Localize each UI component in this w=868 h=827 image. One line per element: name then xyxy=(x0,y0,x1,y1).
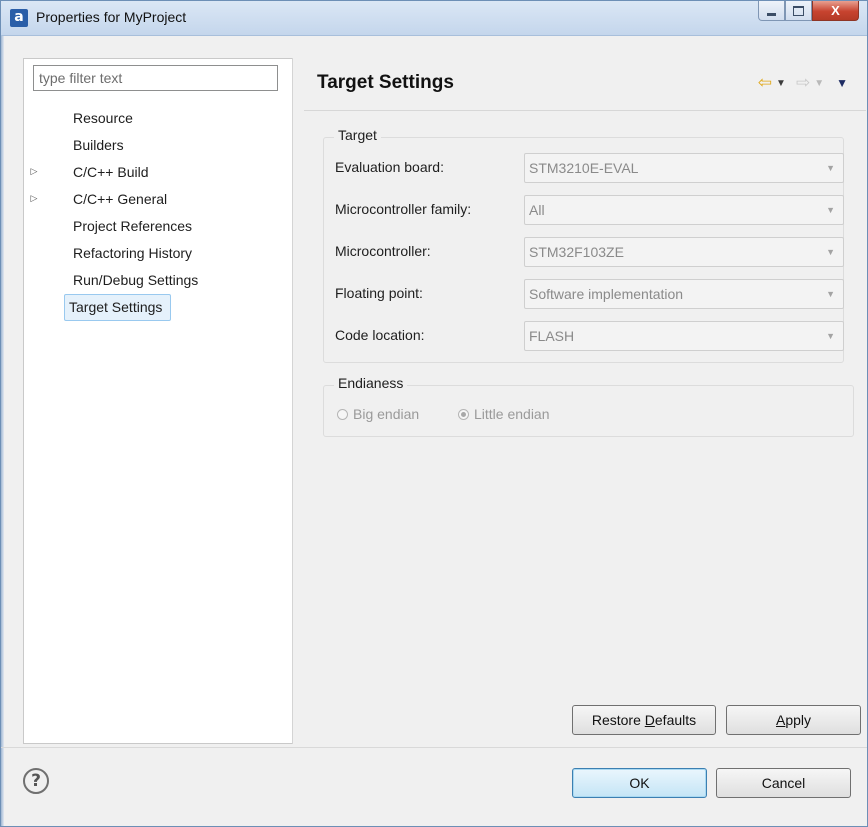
nav-item-builders[interactable]: Builders xyxy=(24,132,292,159)
history-controls: ⇦ ▼ ⇨ ▼ ▼ xyxy=(758,74,848,92)
nav-item-label: Resource xyxy=(73,110,133,126)
nav-item-cpp-build[interactable]: ▷ C/C++ Build xyxy=(24,159,292,186)
microcontroller-family-row: Microcontroller family: All ▼ xyxy=(324,195,844,225)
nav-item-label: Refactoring History xyxy=(73,245,193,261)
back-history-dropdown-icon[interactable]: ▼ xyxy=(776,78,786,89)
floating-point-label: Floating point: xyxy=(335,285,423,301)
floating-point-row: Floating point: Software implementation … xyxy=(324,279,844,309)
help-icon[interactable]: ? xyxy=(23,768,49,794)
bottom-divider xyxy=(1,747,867,748)
window-left-edge xyxy=(1,35,4,826)
forward-history-dropdown-icon: ▼ xyxy=(814,77,825,89)
navigation-panel: Resource Builders ▷ C/C++ Build ▷ C/C++ … xyxy=(23,58,292,744)
chevron-down-icon: ▼ xyxy=(826,331,835,341)
expand-arrow-icon[interactable]: ▷ xyxy=(28,159,40,184)
close-button[interactable]: X xyxy=(812,1,859,21)
code-location-select[interactable]: FLASH ▼ xyxy=(524,321,844,351)
nav-item-label: Project References xyxy=(73,218,193,234)
title-bar[interactable]: a Properties for MyProject X xyxy=(1,1,867,36)
close-icon: X xyxy=(831,3,840,18)
nav-item-label: Run/Debug Settings xyxy=(73,272,199,288)
view-menu-icon[interactable]: ▼ xyxy=(836,76,848,90)
apply-button[interactable]: Apply xyxy=(726,705,861,735)
microcontroller-row: Microcontroller: STM32F103ZE ▼ xyxy=(324,237,844,267)
code-location-value: FLASH xyxy=(529,328,575,344)
nav-item-label: Target Settings xyxy=(64,294,172,321)
caption-buttons: X xyxy=(758,1,859,23)
maximize-icon xyxy=(793,5,804,16)
nav-item-label: C/C++ Build xyxy=(73,164,149,180)
microcontroller-family-select[interactable]: All ▼ xyxy=(524,195,844,225)
page-header: Target Settings ⇦ ▼ ⇨ ▼ ▼ xyxy=(304,58,866,111)
panel-splitter[interactable] xyxy=(292,58,304,744)
evaluation-board-select[interactable]: STM3210E-EVAL ▼ xyxy=(524,153,844,183)
page-title: Target Settings xyxy=(317,72,454,93)
nav-tree: Resource Builders ▷ C/C++ Build ▷ C/C++ … xyxy=(24,105,292,321)
target-group-title: Target xyxy=(334,127,381,143)
target-group: Target Evaluation board: STM3210E-EVAL ▼… xyxy=(323,127,844,363)
floating-point-value: Software implementation xyxy=(529,286,684,302)
ok-button[interactable]: OK xyxy=(572,768,707,798)
little-endian-radio[interactable]: Little endian xyxy=(458,406,550,422)
code-location-label: Code location: xyxy=(335,327,425,343)
nav-item-label: Builders xyxy=(73,137,124,153)
minimize-button[interactable] xyxy=(758,1,785,21)
radio-unchecked-icon xyxy=(337,408,348,420)
nav-item-label: C/C++ General xyxy=(73,191,168,207)
cancel-button[interactable]: Cancel xyxy=(716,768,851,798)
nav-item-target-settings[interactable]: Target Settings xyxy=(24,294,292,321)
forward-arrow-icon: ⇨ xyxy=(795,73,811,93)
maximize-button[interactable] xyxy=(785,1,812,21)
minimize-icon xyxy=(767,13,776,16)
code-location-row: Code location: FLASH ▼ xyxy=(324,321,844,351)
big-endian-radio[interactable]: Big endian xyxy=(337,406,419,422)
evaluation-board-value: STM3210E-EVAL xyxy=(529,160,639,176)
properties-dialog: a Properties for MyProject X Resource Bu… xyxy=(0,0,868,827)
endianess-group-title: Endianess xyxy=(334,375,408,391)
restore-defaults-button[interactable]: Restore Defaults xyxy=(572,705,716,735)
app-icon: a xyxy=(10,9,28,27)
floating-point-select[interactable]: Software implementation ▼ xyxy=(524,279,844,309)
microcontroller-label: Microcontroller: xyxy=(335,243,431,259)
nav-item-refactoring-history[interactable]: Refactoring History xyxy=(24,240,292,267)
window-title: Properties for MyProject xyxy=(36,9,187,25)
microcontroller-family-value: All xyxy=(529,202,545,218)
back-arrow-icon[interactable]: ⇦ xyxy=(758,74,772,92)
nav-item-run-debug-settings[interactable]: Run/Debug Settings xyxy=(24,267,292,294)
chevron-down-icon: ▼ xyxy=(826,205,835,215)
chevron-down-icon: ▼ xyxy=(826,289,835,299)
microcontroller-value: STM32F103ZE xyxy=(529,244,624,260)
endianess-group: Endianess Big endian Little endian xyxy=(323,375,854,437)
little-endian-label: Little endian xyxy=(474,406,550,422)
expand-arrow-icon[interactable]: ▷ xyxy=(28,186,40,211)
nav-item-resource[interactable]: Resource xyxy=(24,105,292,132)
evaluation-board-label: Evaluation board: xyxy=(335,159,444,175)
settings-panel: Target Settings ⇦ ▼ ⇨ ▼ ▼ Target Evaluat… xyxy=(304,58,866,744)
nav-item-project-references[interactable]: Project References xyxy=(24,213,292,240)
microcontroller-family-label: Microcontroller family: xyxy=(335,201,472,217)
nav-item-cpp-general[interactable]: ▷ C/C++ General xyxy=(24,186,292,213)
big-endian-label: Big endian xyxy=(353,406,420,422)
chevron-down-icon: ▼ xyxy=(826,247,835,257)
chevron-down-icon: ▼ xyxy=(826,163,835,173)
evaluation-board-row: Evaluation board: STM3210E-EVAL ▼ xyxy=(324,153,844,183)
radio-checked-icon xyxy=(458,408,469,420)
filter-input[interactable] xyxy=(33,65,278,91)
microcontroller-select[interactable]: STM32F103ZE ▼ xyxy=(524,237,844,267)
